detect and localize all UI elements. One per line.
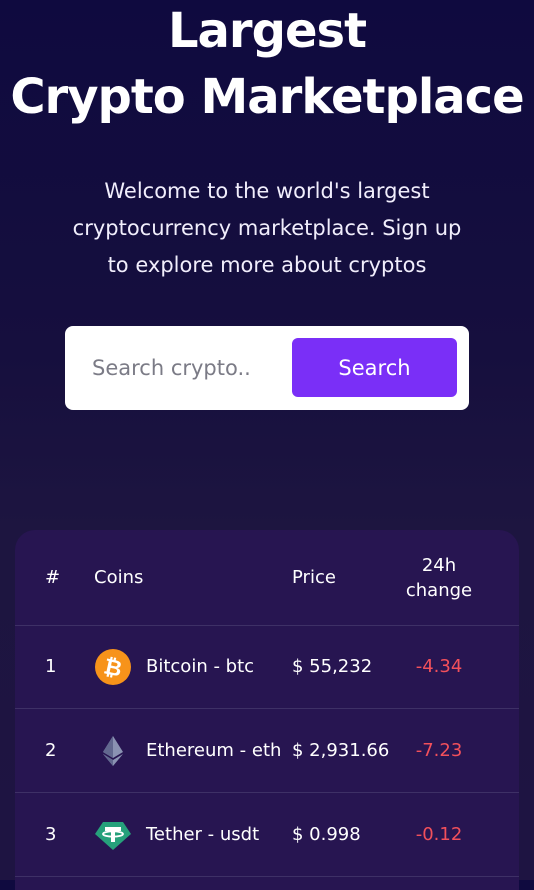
ethereum-icon xyxy=(94,732,132,770)
table-row[interactable]: 2 Ethereum - eth $ 2,931.66 -7.23 xyxy=(15,709,519,793)
search-form: Search xyxy=(65,326,469,410)
tether-icon xyxy=(94,816,132,854)
market-table: # Coins Price 24h change 1 ₿ Bitcoin - b… xyxy=(15,530,519,890)
row-change: -7.23 xyxy=(415,740,463,761)
coin-name[interactable]: Ethereum - eth xyxy=(146,740,281,761)
bitcoin-icon: ₿ xyxy=(94,648,132,686)
hero-title-line-2: Crypto Marketplace xyxy=(10,69,524,125)
row-rank: 3 xyxy=(45,824,57,845)
row-price: $ 55,232 xyxy=(292,656,373,677)
table-row[interactable]: 1 ₿ Bitcoin - btc $ 55,232 -4.34 xyxy=(15,625,519,709)
row-price: $ 0.998 xyxy=(292,824,361,845)
header-change: 24h change xyxy=(405,554,473,601)
row-change: -4.34 xyxy=(415,656,463,677)
row-change: -0.12 xyxy=(415,824,463,845)
row-coin: Tether - usdt xyxy=(94,793,259,876)
row-coin: Ethereum - eth xyxy=(94,709,281,792)
table-header-row: # Coins Price 24h change xyxy=(15,530,519,626)
row-coin: ₿ Bitcoin - btc xyxy=(94,625,254,708)
hero-title-line-1: Largest xyxy=(167,3,367,59)
search-input[interactable] xyxy=(79,338,277,398)
row-rank: 2 xyxy=(45,740,57,761)
coin-name[interactable]: Tether - usdt xyxy=(146,824,259,845)
search-button[interactable]: Search xyxy=(292,338,457,397)
hero-title: Largest Crypto Marketplace xyxy=(0,0,534,130)
row-rank: 1 xyxy=(45,656,57,677)
header-price: Price xyxy=(292,567,336,588)
row-price: $ 2,931.66 xyxy=(292,740,390,761)
table-row[interactable]: 3 Tether - usdt $ 0.998 -0.12 xyxy=(15,793,519,877)
coin-name[interactable]: Bitcoin - btc xyxy=(146,656,254,677)
hero-subtitle: Welcome to the world's largest cryptocur… xyxy=(72,179,462,277)
header-coins: Coins xyxy=(94,567,144,588)
header-rank: # xyxy=(45,567,61,588)
